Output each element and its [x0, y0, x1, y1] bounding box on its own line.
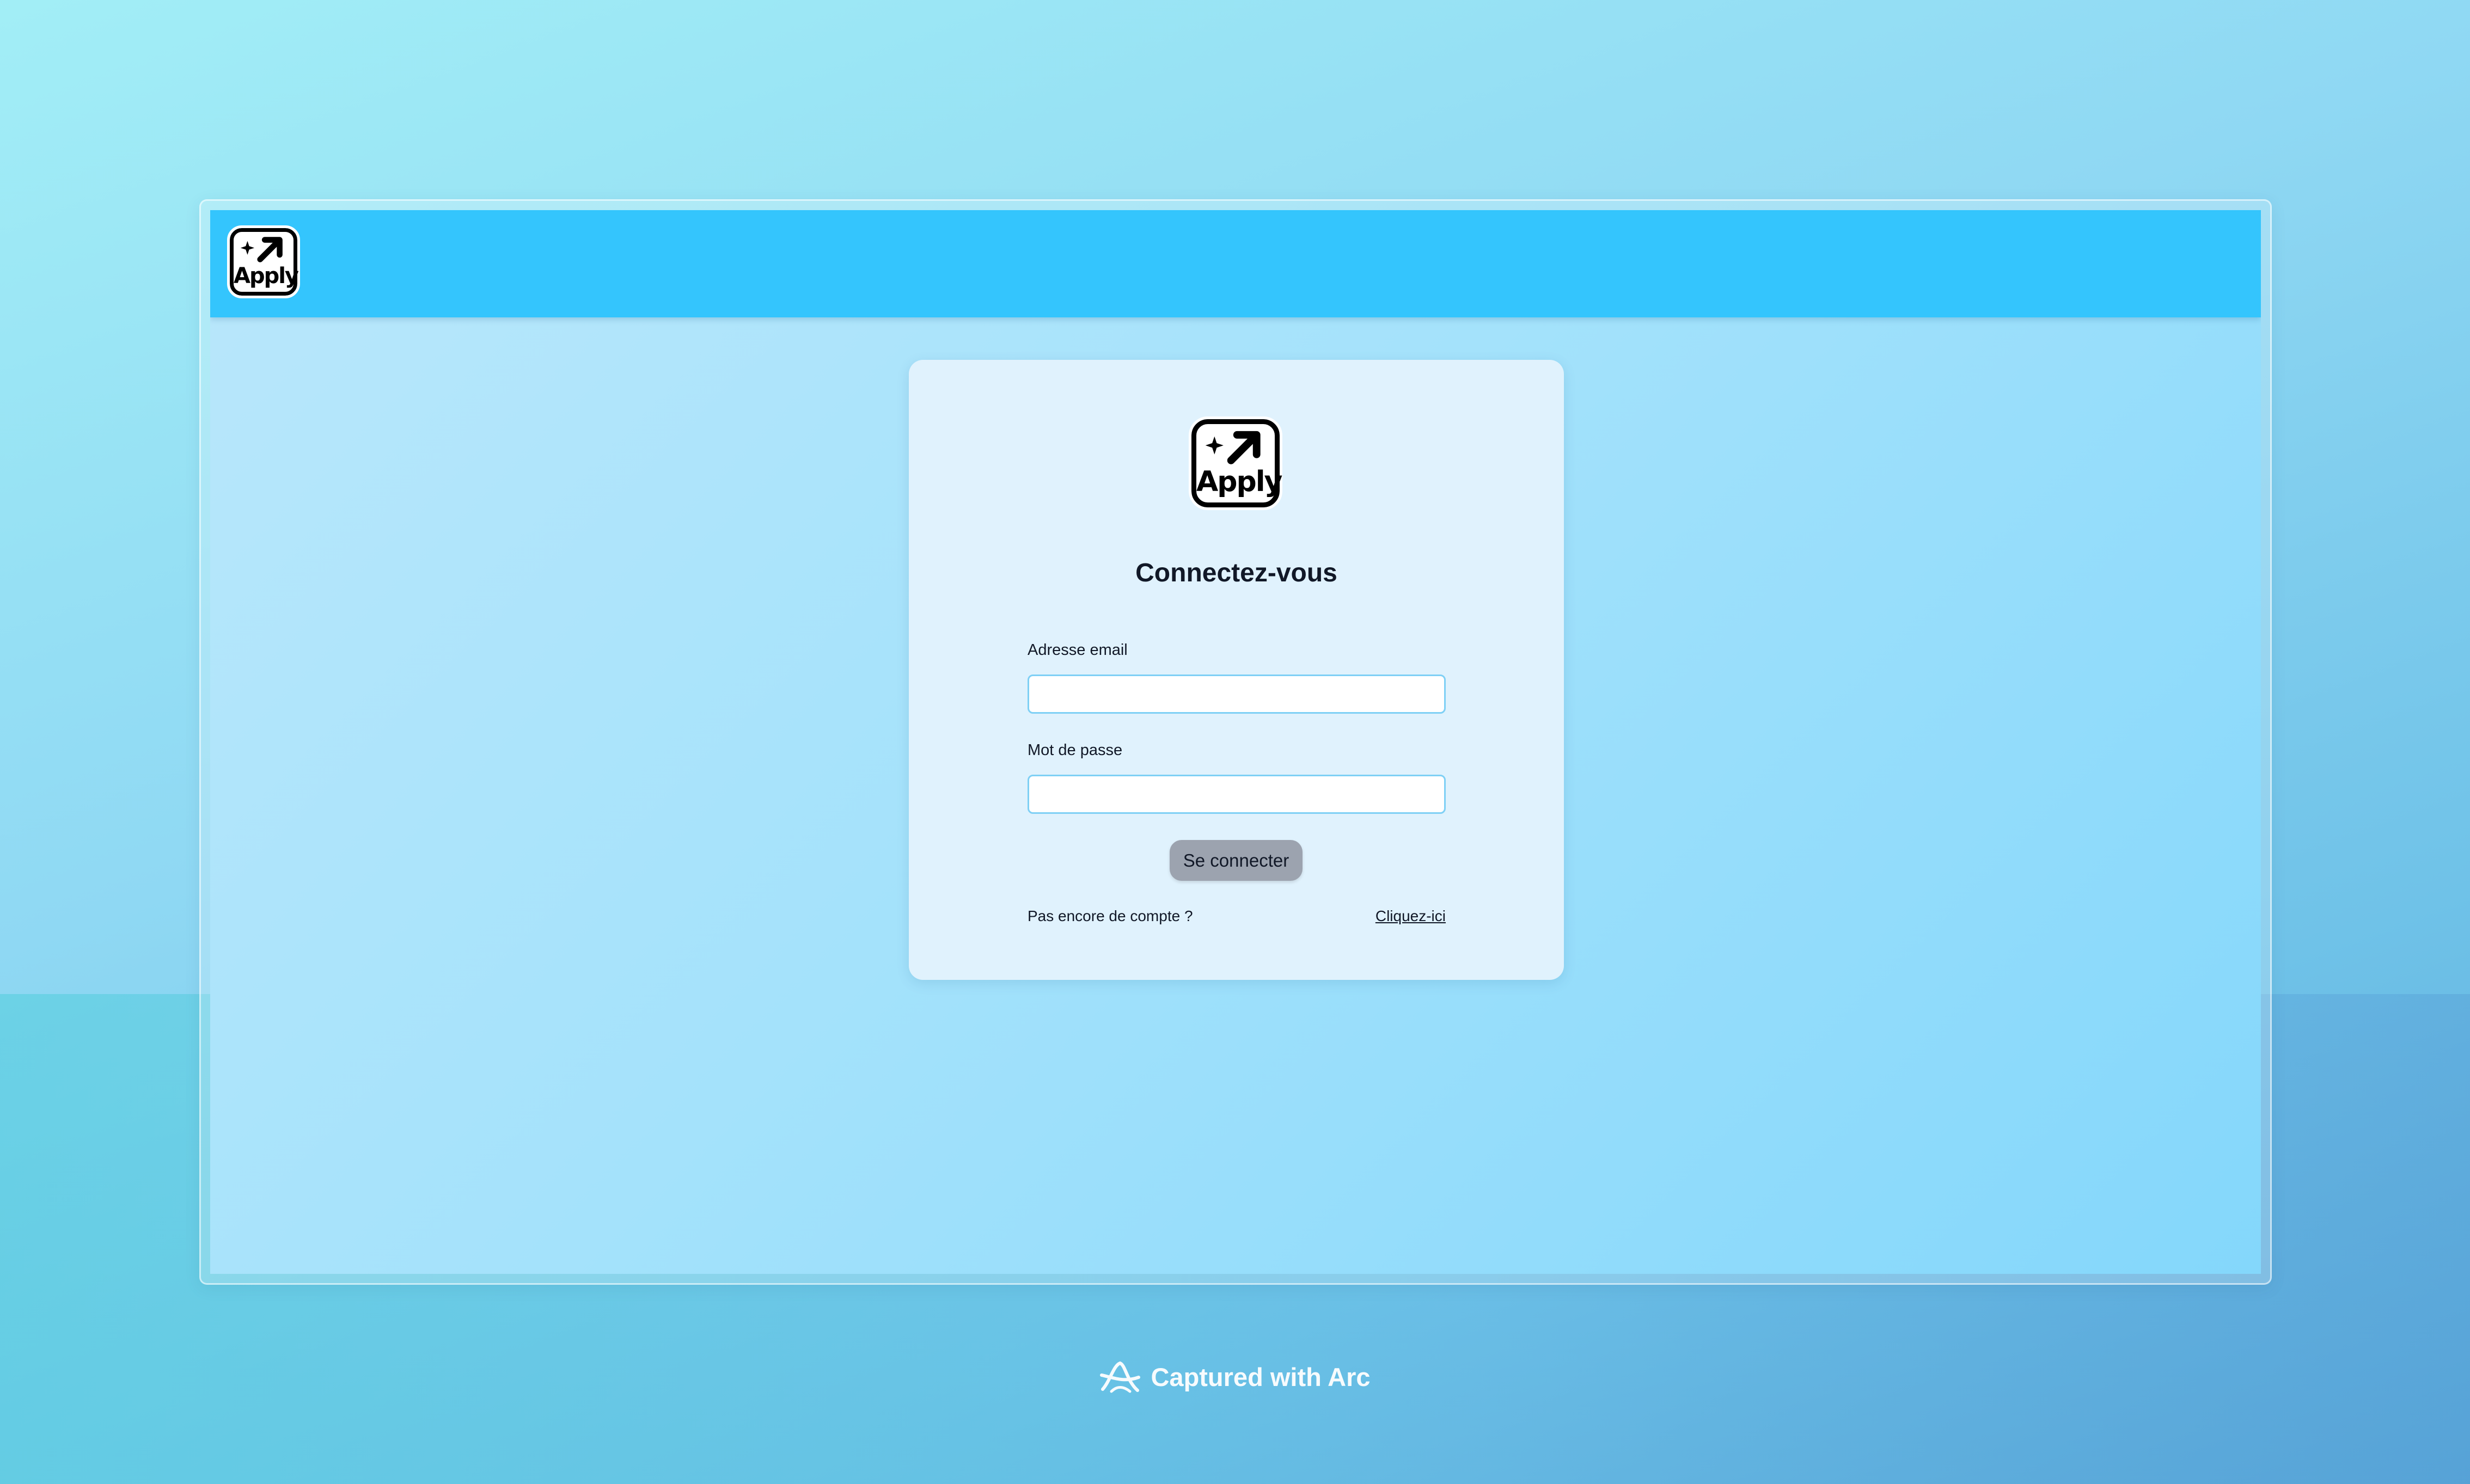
email-label: Adresse email	[1028, 641, 1128, 659]
password-field[interactable]	[1028, 775, 1446, 814]
login-card: Apply Connectez-vous Adresse email Mot d…	[909, 360, 1564, 980]
apply-logo-icon: Apply	[1189, 416, 1282, 510]
apply-logo-icon[interactable]: Apply	[227, 225, 300, 298]
logo-wordmark: Apply	[234, 263, 299, 289]
password-label: Mot de passe	[1028, 741, 1123, 759]
browser-window: Apply Apply Connectez-vous Adresse email…	[199, 199, 2272, 1285]
page-viewport: Apply Apply Connectez-vous Adresse email…	[210, 210, 2261, 1274]
logo-wordmark: Apply	[1196, 465, 1282, 499]
arc-watermark: Captured with Arc	[0, 1359, 2470, 1395]
top-navbar: Apply	[210, 210, 2261, 317]
login-button[interactable]: Se connecter	[1170, 840, 1303, 881]
signup-link[interactable]: Cliquez-ici	[1375, 907, 1446, 925]
arc-logo-icon	[1099, 1359, 1141, 1395]
email-field[interactable]	[1028, 674, 1446, 714]
watermark-text: Captured with Arc	[1151, 1362, 1371, 1391]
sparkle-arrow-icon	[234, 234, 294, 263]
sparkle-arrow-icon	[1196, 427, 1275, 465]
page-title: Connectez-vous	[1135, 559, 1337, 587]
signup-prompt: Pas encore de compte ?	[1028, 907, 1193, 924]
